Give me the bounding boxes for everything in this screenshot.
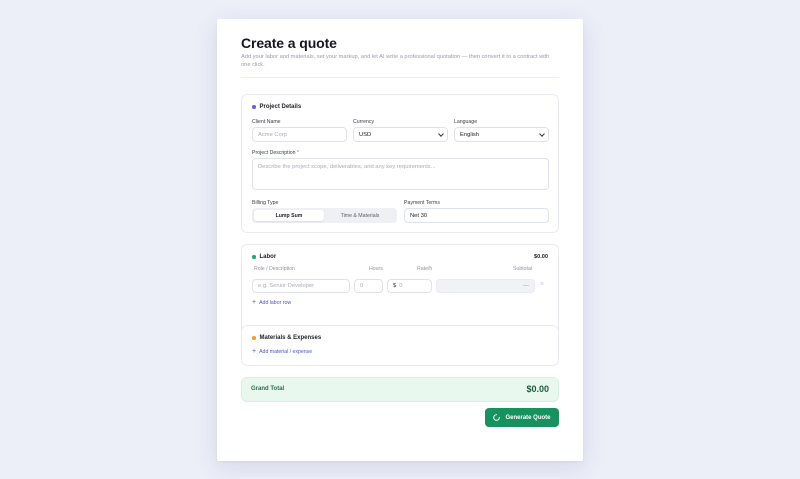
currency-select[interactable]: USD xyxy=(353,127,448,142)
billing-type-toggle: Lump Sum Time & Materials xyxy=(252,208,397,223)
generate-quote-button[interactable]: Generate Quote xyxy=(485,408,559,427)
project-description-textarea[interactable]: Describe the project scope, deliverables… xyxy=(252,158,549,190)
billing-type-label: Billing Type xyxy=(252,200,279,206)
col-hours-header: Hours xyxy=(369,266,383,272)
project-details-section: Project Details Client Name Acme Corp Cu… xyxy=(241,94,559,233)
materials-section: Materials & Expenses + Add material / ex… xyxy=(241,325,559,366)
grand-total-value: $0.00 xyxy=(526,384,549,394)
generate-quote-label: Generate Quote xyxy=(505,414,551,421)
project-description-placeholder: Describe the project scope, deliverables… xyxy=(258,164,436,170)
client-name-placeholder: Acme Corp xyxy=(258,131,287,138)
payment-terms-input[interactable]: Net 30 xyxy=(404,208,549,223)
labor-role-input[interactable]: e.g. Senior Developer xyxy=(252,279,350,293)
labor-total: $0.00 xyxy=(534,254,548,260)
materials-heading: Materials & Expenses xyxy=(252,335,321,341)
rate-currency-prefix: $ xyxy=(393,283,397,289)
required-mark: * xyxy=(297,150,300,156)
add-labor-row-label: Add labor row xyxy=(259,299,292,306)
add-labor-row-button[interactable]: + Add labor row xyxy=(252,299,291,306)
payment-terms-label: Payment Terms xyxy=(404,200,440,206)
labor-subtotal-value: — xyxy=(523,283,529,289)
project-details-title: Project Details xyxy=(259,104,302,110)
labor-role-placeholder: e.g. Senior Developer xyxy=(258,283,315,289)
labor-rate-input[interactable]: $ 0 xyxy=(387,279,432,293)
project-details-heading: Project Details xyxy=(252,104,301,110)
plus-icon: + xyxy=(252,348,257,355)
labor-heading: Labor xyxy=(252,254,276,260)
billing-option-lump-sum[interactable]: Lump Sum xyxy=(254,210,324,221)
language-select[interactable]: English xyxy=(454,127,549,142)
sparkle-icon xyxy=(493,414,501,421)
remove-row-icon[interactable]: × xyxy=(540,281,544,288)
chevron-down-icon xyxy=(539,130,545,137)
labor-hours-placeholder: 0 xyxy=(360,283,364,289)
page-title: Create a quote xyxy=(241,35,337,51)
header-divider xyxy=(241,77,559,78)
page-subtitle: Add your labor and materials, set your m… xyxy=(241,54,550,69)
client-name-label: Client Name xyxy=(252,119,281,125)
labor-hours-input[interactable]: 0 xyxy=(354,279,383,293)
grand-total-label: Grand Total xyxy=(251,386,285,392)
labor-subtotal-display: — xyxy=(436,279,535,293)
labor-section: Labor $0.00 Role / Description Hours Rat… xyxy=(241,244,559,335)
col-subtotal-header: Subtotal xyxy=(513,266,533,272)
client-name-input[interactable]: Acme Corp xyxy=(252,127,347,142)
col-rate-header: Rate/h xyxy=(417,266,433,272)
labor-title: Labor xyxy=(259,254,277,260)
materials-dot-icon xyxy=(252,336,256,340)
project-description-label: Project Description * xyxy=(252,150,299,156)
billing-option-time-materials[interactable]: Time & Materials xyxy=(325,210,395,221)
language-value: English xyxy=(460,131,480,138)
col-role-header: Role / Description xyxy=(254,266,295,272)
add-material-button[interactable]: + Add material / expense xyxy=(252,348,312,355)
plus-icon: + xyxy=(252,299,257,306)
quote-card: Create a quote Add your labor and materi… xyxy=(217,19,583,461)
grand-total-box: Grand Total $0.00 xyxy=(241,377,559,402)
language-label: Language xyxy=(454,119,478,125)
chevron-down-icon xyxy=(438,130,444,137)
project-dot-icon xyxy=(252,105,256,109)
add-material-label: Add material / expense xyxy=(259,348,313,355)
currency-value: USD xyxy=(359,131,372,138)
labor-rate-placeholder: 0 xyxy=(399,283,403,289)
currency-label: Currency xyxy=(353,119,375,125)
labor-dot-icon xyxy=(252,255,256,259)
payment-terms-value: Net 30 xyxy=(410,212,428,219)
materials-title: Materials & Expenses xyxy=(259,335,322,341)
project-description-label-text: Project Description xyxy=(252,150,296,156)
